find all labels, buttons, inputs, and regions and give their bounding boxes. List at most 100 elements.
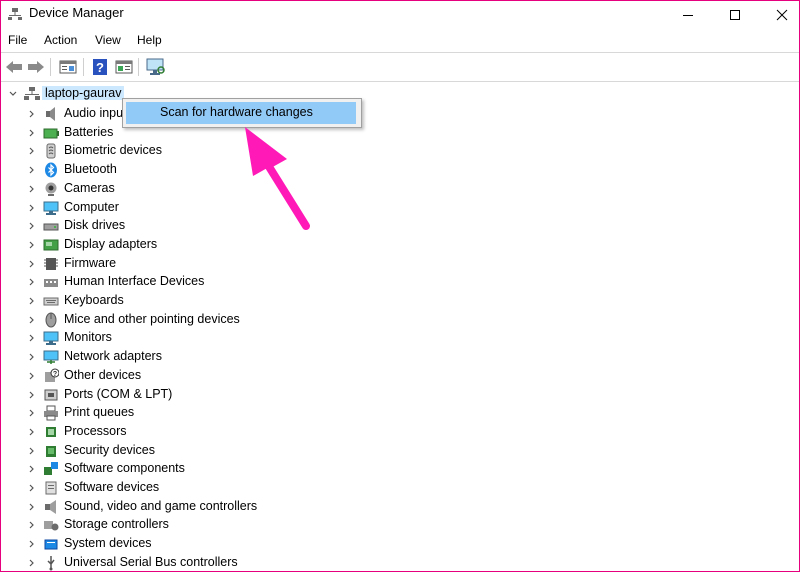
chevron-right-icon[interactable] <box>28 110 36 118</box>
tree-item[interactable]: Human Interface Devices <box>1 273 791 291</box>
port-icon <box>44 389 58 400</box>
scan-hardware-button[interactable] <box>145 57 167 77</box>
back-button[interactable] <box>3 57 25 77</box>
back-arrow-icon <box>6 61 22 73</box>
tree-item[interactable]: Network adapters <box>1 348 791 366</box>
context-menu-scan-item[interactable]: Scan for hardware changes <box>126 102 356 124</box>
chevron-right-icon[interactable] <box>28 372 36 380</box>
tree-root-label: laptop-gaurav <box>42 86 125 100</box>
chevron-right-icon[interactable] <box>28 353 36 361</box>
details-button[interactable] <box>113 57 135 77</box>
chevron-right-icon[interactable] <box>28 409 36 417</box>
tree-item-label: Mice and other pointing devices <box>64 311 240 326</box>
chevron-right-icon[interactable] <box>28 260 36 268</box>
menu-file[interactable]: File <box>8 33 27 47</box>
tree-item-label: Storage controllers <box>64 517 169 532</box>
tree-item[interactable]: Software devices <box>1 479 791 497</box>
vertical-scrollbar[interactable] <box>791 83 799 571</box>
tree-item[interactable]: ? Other devices <box>1 367 791 385</box>
chevron-right-icon[interactable] <box>28 166 36 174</box>
chevron-right-icon[interactable] <box>28 129 36 137</box>
tree-item[interactable]: Computer <box>1 199 791 217</box>
tree-item-label: System devices <box>64 536 152 551</box>
tree-item[interactable]: System devices <box>1 535 791 553</box>
chevron-right-icon[interactable] <box>28 503 36 511</box>
disk-drive-icon <box>43 223 59 231</box>
device-manager-icon <box>8 7 22 21</box>
camera-icon <box>45 182 57 196</box>
tree-item[interactable]: Firmware <box>1 255 791 273</box>
menu-view[interactable]: View <box>95 33 121 47</box>
chevron-right-icon[interactable] <box>28 484 36 492</box>
tree-item-label: Ports (COM & LPT) <box>64 386 173 401</box>
title-bar: Device Manager <box>1 1 799 29</box>
tree-item-label: Keyboards <box>64 293 124 307</box>
tree-item[interactable]: Processors <box>1 423 791 441</box>
tree-item[interactable]: Keyboards <box>1 292 791 310</box>
chevron-right-icon[interactable] <box>28 428 36 436</box>
tree-item[interactable]: Storage controllers <box>1 516 791 534</box>
chevron-right-icon[interactable] <box>28 204 36 212</box>
tree-item[interactable]: Software components <box>1 460 791 478</box>
tree-item[interactable]: Biometric devices <box>1 142 791 160</box>
chevron-right-icon[interactable] <box>28 465 36 473</box>
tree-item[interactable]: Security devices <box>1 442 791 460</box>
security-device-icon <box>46 445 56 457</box>
tree-item[interactable]: Batteries <box>1 124 791 142</box>
system-device-icon <box>44 539 58 550</box>
mouse-icon <box>45 312 57 328</box>
menu-bar: File Action View Help <box>1 30 799 52</box>
chevron-right-icon[interactable] <box>28 147 36 155</box>
tree-root[interactable]: laptop-gaurav <box>1 85 791 103</box>
tree-item[interactable]: Universal Serial Bus controllers <box>1 554 791 571</box>
menu-action[interactable]: Action <box>44 33 77 47</box>
svg-text:?: ? <box>53 371 57 378</box>
tree-item[interactable]: Cameras <box>1 180 791 198</box>
tree-item[interactable]: Disk drives <box>1 217 791 235</box>
menu-help[interactable]: Help <box>137 33 162 47</box>
chevron-right-icon[interactable] <box>28 185 36 193</box>
usb-icon <box>47 555 55 571</box>
chevron-right-icon[interactable] <box>28 222 36 230</box>
chevron-right-icon[interactable] <box>28 241 36 249</box>
svg-text:?: ? <box>96 60 104 75</box>
tree-item[interactable]: Mice and other pointing devices <box>1 311 791 329</box>
help-button[interactable]: ? <box>89 57 111 77</box>
context-menu-scan-label: Scan for hardware changes <box>160 105 313 119</box>
chevron-right-icon[interactable] <box>28 278 36 286</box>
maximize-button[interactable] <box>712 1 758 29</box>
chevron-right-icon[interactable] <box>28 391 36 399</box>
properties-button[interactable] <box>57 57 79 77</box>
tree-item-label: Security devices <box>64 442 156 457</box>
display-adapter-icon <box>43 239 59 251</box>
tree-item[interactable]: Monitors <box>1 329 791 347</box>
battery-icon <box>43 128 59 139</box>
chevron-right-icon[interactable] <box>28 521 36 529</box>
sound-controller-icon <box>45 499 56 514</box>
tree-item[interactable]: Sound, video and game controllers <box>1 498 791 516</box>
tree-item-label: Processors <box>64 423 127 438</box>
tree-item[interactable]: Ports (COM & LPT) <box>1 386 791 404</box>
printer-icon <box>44 405 58 421</box>
chevron-right-icon[interactable] <box>28 540 36 548</box>
monitor-icon <box>43 331 59 346</box>
chevron-right-icon[interactable] <box>28 334 36 342</box>
tree-item[interactable]: Print queues <box>1 404 791 422</box>
tree-item[interactable]: Bluetooth <box>1 161 791 179</box>
tree-item-label: Biometric devices <box>64 143 162 158</box>
close-icon <box>776 9 788 21</box>
close-button[interactable] <box>759 1 800 29</box>
minimize-button[interactable] <box>665 1 711 29</box>
software-device-icon <box>45 481 57 495</box>
chevron-right-icon[interactable] <box>28 559 36 567</box>
forward-button[interactable] <box>25 57 47 77</box>
tree-item-label: Monitors <box>64 330 112 345</box>
tree-item-label: Cameras <box>64 180 115 195</box>
chevron-right-icon[interactable] <box>28 297 36 305</box>
tree-item-label: Other devices <box>64 367 142 382</box>
properties-icon <box>59 60 77 74</box>
chevron-right-icon[interactable] <box>28 316 36 324</box>
tree-item[interactable]: Display adapters <box>1 236 791 254</box>
chevron-right-icon[interactable] <box>28 447 36 455</box>
tree-item[interactable]: Audio inpu <box>1 105 791 123</box>
